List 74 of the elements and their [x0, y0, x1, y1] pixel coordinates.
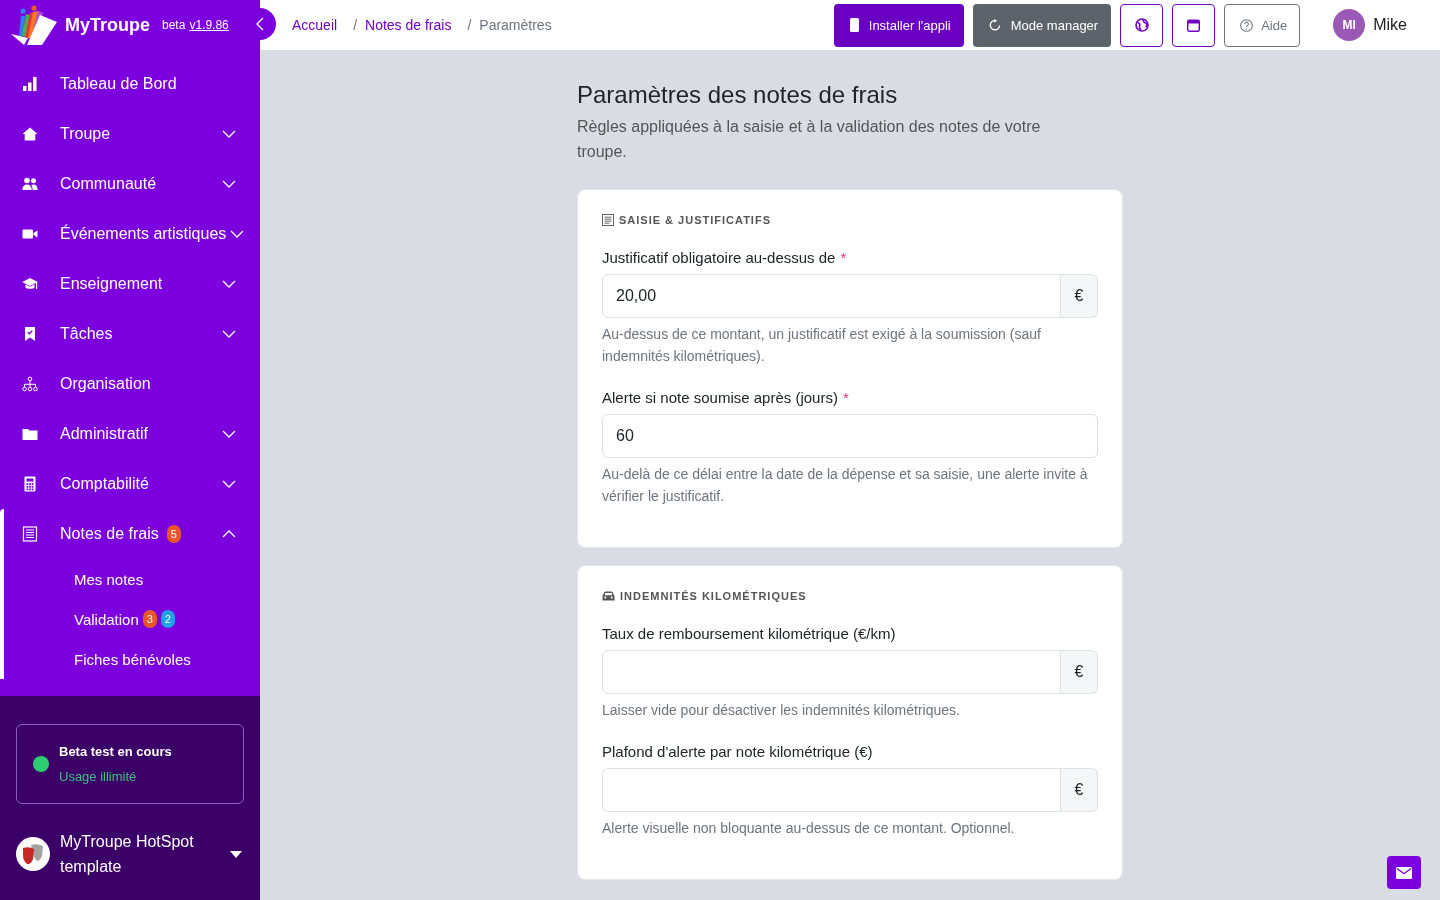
help-text: Laisser vide pour désactiver les indemnités kilométriques.: [602, 701, 961, 720]
number-field[interactable]: [602, 768, 1061, 812]
field-label: Taux de remboursement kilométrique (€/km): [602, 624, 896, 642]
number-field[interactable]: 20,00: [602, 274, 1061, 318]
mail-button[interactable]: [1387, 856, 1421, 889]
number-field[interactable]: [602, 650, 1061, 694]
manager-mode-button[interactable]: Mode manager: [972, 3, 1112, 47]
envelope-icon: [1396, 866, 1412, 879]
help-button[interactable]: Aide: [1224, 3, 1301, 47]
install-app-button[interactable]: Installer l'appli: [833, 3, 964, 47]
breadcrumb-link[interactable]: Accueil: [292, 17, 338, 33]
brand-name: MyTroupe: [65, 14, 150, 36]
sidebar-item[interactable]: Événements artistiques: [0, 209, 260, 259]
help-icon: [1240, 18, 1254, 32]
breadcrumb-current: Paramètres: [479, 17, 552, 33]
sidebar-item[interactable]: Organisation: [0, 359, 260, 409]
beta-title: Beta test en cours: [59, 744, 172, 759]
beta-label: beta: [162, 18, 186, 32]
user-name[interactable]: Mike: [1373, 16, 1407, 34]
count-badge: 5: [166, 525, 181, 543]
logo-icon: [10, 3, 58, 47]
receipt-icon: [22, 526, 38, 542]
bar-chart-icon: [22, 76, 38, 92]
globe-icon: [1134, 18, 1149, 32]
required-mark: *: [840, 248, 847, 266]
folder-icon: [22, 426, 38, 442]
people-icon: [22, 176, 38, 192]
sidebar-item[interactable]: Tâches: [0, 309, 260, 359]
receipt-icon: [602, 214, 614, 226]
currency-suffix: €: [1061, 274, 1098, 318]
organization-switcher[interactable]: MyTroupe HotSpot template: [16, 829, 244, 879]
count-badge: 2: [160, 610, 175, 628]
caret-down-icon: [230, 850, 242, 858]
help-text: Au-delà de ce délai entre la date de la dépense et sa saisie, une alerte invite à vérifier le justificatif.: [602, 465, 1089, 506]
required-mark: *: [842, 388, 849, 406]
refresh-icon: [988, 19, 1001, 31]
phone-icon: [849, 18, 859, 32]
field-label: Justificatif obligatoire au-dessus de: [602, 248, 836, 266]
calendar-button[interactable]: [1172, 3, 1216, 47]
field-label: Alerte si note soumise après (jours): [602, 388, 838, 406]
number-field[interactable]: 60: [602, 414, 1098, 458]
page-subtitle: Règles appliquées à la saisie et à la validation des notes de votre troupe.: [577, 117, 1042, 162]
currency-suffix: €: [1061, 768, 1098, 812]
sidebar-item[interactable]: Communauté: [0, 159, 260, 209]
sidebar-item[interactable]: Tableau de Bord: [0, 59, 260, 109]
chevron-left-icon: [256, 17, 264, 31]
sidebar-item[interactable]: Enseignement: [0, 259, 260, 309]
graduation-cap-icon: [22, 276, 38, 292]
page-title: Paramètres des notes de frais: [577, 80, 899, 110]
theater-mask-icon: [16, 837, 50, 871]
user-avatar[interactable]: MI: [1333, 9, 1366, 41]
version-link[interactable]: v1.9.86: [189, 18, 229, 32]
house-icon: [22, 126, 38, 142]
section-heading: SAISIE & JUSTIFICATIFS: [619, 214, 771, 226]
breadcrumb-link[interactable]: Notes de frais: [365, 17, 452, 33]
field-label: Plafond d'alerte par note kilométrique (€): [602, 742, 873, 760]
breadcrumb-separator: /: [353, 17, 358, 33]
count-badge: 3: [142, 610, 157, 628]
sidebar-item[interactable]: Troupe: [0, 109, 260, 159]
status-dot-icon: [33, 756, 49, 772]
globe-button[interactable]: [1120, 3, 1164, 47]
calendar-icon: [1187, 18, 1201, 32]
beta-subtitle: Usage illimité: [59, 769, 138, 784]
sidebar-item[interactable]: Comptabilité: [0, 459, 260, 509]
currency-suffix: €: [1061, 650, 1098, 694]
bookmark-icon: [22, 326, 38, 342]
help-text: Alerte visuelle non bloquante au-dessus de ce montant. Optionnel.: [602, 819, 1016, 838]
calculator-icon: [22, 476, 38, 492]
sidebar-item[interactable]: Administratif: [0, 409, 260, 459]
breadcrumb-separator: /: [467, 17, 472, 33]
section-heading: INDEMNITÉS KILOMÉTRIQUES: [620, 590, 807, 602]
help-text: Au-dessus de ce montant, un justificatif est exigé à la soumission (sauf indemnités kilométriques).: [602, 325, 1042, 366]
hierarchy-icon: [22, 376, 38, 392]
car-icon: [602, 591, 615, 601]
